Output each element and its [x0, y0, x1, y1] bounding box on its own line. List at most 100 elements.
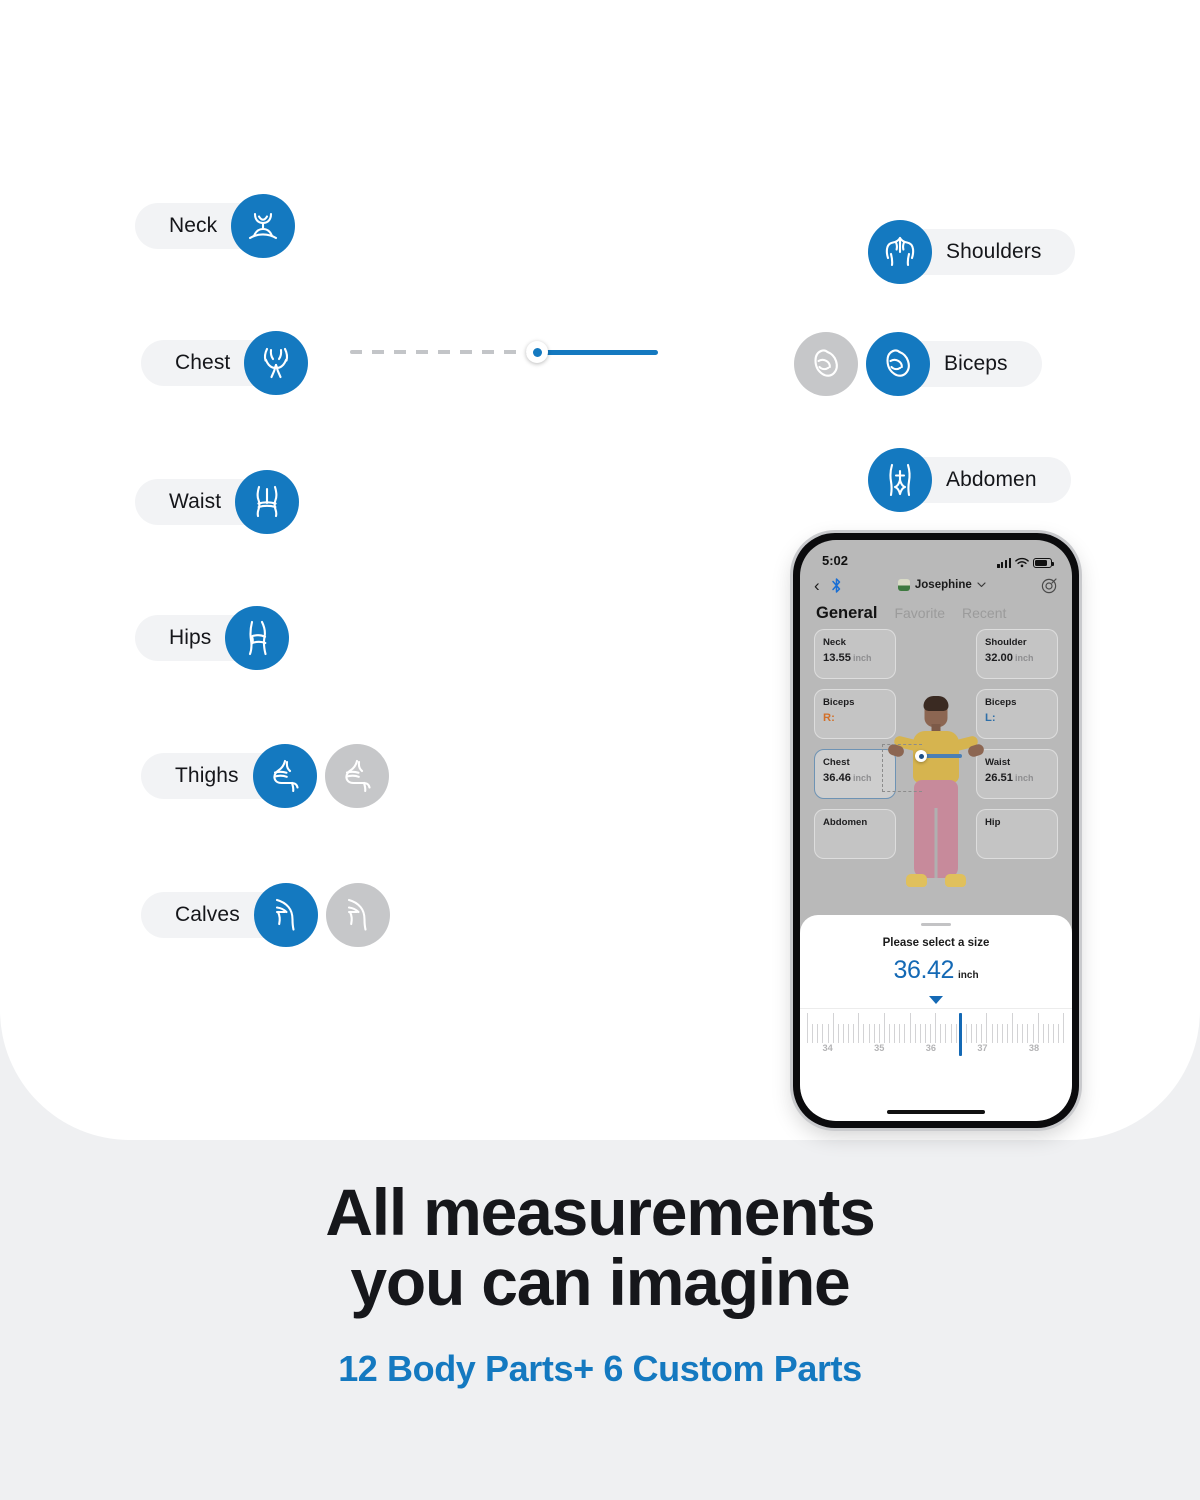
card-title: Shoulder: [985, 637, 1027, 648]
body-part-abdomen[interactable]: Abdomen: [868, 448, 1071, 512]
body-part-hips[interactable]: Hips: [135, 606, 290, 670]
neck-icon[interactable]: [231, 194, 296, 258]
tab-bar: General Favorite Recent: [800, 600, 1072, 629]
measurement-card-neck[interactable]: Neck 13.55 inch: [814, 629, 896, 679]
card-value: L:: [985, 711, 996, 724]
tab-general[interactable]: General: [816, 604, 877, 623]
measurement-card-hip[interactable]: Hip: [976, 809, 1058, 859]
avatar: [897, 579, 910, 591]
thigh-icon-secondary[interactable]: [324, 744, 389, 808]
poster-canvas: Neck Chest Waist Hips Thighs Calves Shou…: [0, 0, 1200, 1500]
headline-line-2: you can imagine: [350, 1244, 850, 1319]
chest-icon[interactable]: [244, 331, 309, 395]
thigh-icon[interactable]: [252, 744, 317, 808]
calf-icon-secondary[interactable]: [325, 883, 390, 947]
subheadline: 12 Body Parts+ 6 Custom Parts: [338, 1347, 862, 1389]
hips-label: Hips: [169, 626, 212, 649]
body-part-waist[interactable]: Waist: [135, 470, 300, 534]
ruler-tick-label: 38: [1028, 1043, 1040, 1054]
ruler-ticks: [807, 1009, 1065, 1044]
ruler-caret-icon: [929, 996, 943, 1005]
profile-selector[interactable]: Josephine: [843, 579, 1041, 591]
bluetooth-icon[interactable]: [820, 577, 843, 594]
footer-copy: All measurements you can imagine 12 Body…: [0, 1175, 1200, 1390]
thighs-label: Thighs: [175, 764, 239, 787]
signal-bars-icon: [997, 557, 1011, 568]
chevron-down-icon: [977, 582, 986, 588]
status-time: 5:02: [822, 553, 849, 568]
card-value: 26.51 inch: [985, 771, 1034, 784]
home-indicator: [887, 1110, 985, 1114]
selected-size-value: 36.42: [893, 956, 954, 985]
body-part-chest[interactable]: Chest: [141, 331, 309, 395]
measurement-card-abdomen[interactable]: Abdomen: [814, 809, 896, 859]
ruler-tick-label: 36: [925, 1043, 936, 1054]
sheet-grabber[interactable]: [921, 923, 951, 927]
selected-size-unit: inch: [958, 970, 979, 982]
app-navbar: ‹ Josephine: [800, 570, 1072, 600]
chest-label: Chest: [175, 351, 231, 374]
slider-track-filled: [544, 350, 658, 355]
measurement-card-shoulder[interactable]: Shoulder 32.00 inch: [976, 629, 1058, 679]
card-value: 13.55 inch: [823, 651, 872, 664]
wifi-icon: [1015, 557, 1029, 568]
ruler-tick-label: 37: [977, 1043, 988, 1054]
body-part-shoulders[interactable]: Shoulders: [868, 220, 1076, 284]
measure-handle[interactable]: [915, 750, 927, 762]
card-value: 36.46 inch: [823, 771, 872, 784]
measurement-column-right: Shoulder 32.00 inch Biceps L: Waist 26.51…: [976, 629, 1058, 859]
measurement-card-biceps-left[interactable]: Biceps L:: [976, 689, 1058, 739]
phone-screen: 5:02 ‹ Josephine General Favorite Recent…: [800, 540, 1072, 1121]
biceps-icon-secondary[interactable]: [794, 332, 858, 396]
card-title: Hip: [985, 817, 1001, 828]
slider-handle-dot: [532, 347, 542, 357]
sheet-value: 36.42 inch: [800, 956, 1072, 985]
biceps-icon[interactable]: [866, 332, 930, 396]
abdomen-label: Abdomen: [946, 468, 1037, 491]
calves-label: Calves: [175, 903, 240, 926]
chest-measurement-slider[interactable]: [350, 341, 658, 363]
card-title: Biceps: [823, 697, 855, 708]
ruler-labels: 34 35 36 37 38: [807, 1043, 1065, 1059]
status-bar: 5:02: [800, 540, 1072, 570]
battery-icon: [1033, 557, 1054, 568]
calf-icon[interactable]: [253, 883, 318, 947]
ruler-tick-label: 34: [822, 1043, 833, 1054]
biceps-label: Biceps: [944, 352, 1008, 375]
waist-label: Waist: [169, 490, 222, 513]
card-title: Neck: [823, 637, 846, 648]
tab-favorite[interactable]: Favorite: [894, 605, 945, 621]
card-value: R:: [823, 711, 835, 724]
sheet-title: Please select a size: [882, 937, 990, 950]
shoulders-icon[interactable]: [868, 220, 932, 284]
shoulders-label: Shoulders: [946, 240, 1042, 263]
status-indicators: [997, 557, 1054, 568]
body-part-calves[interactable]: Calves: [141, 883, 390, 947]
card-title: Waist: [985, 757, 1011, 768]
waist-icon[interactable]: [235, 470, 300, 534]
size-ruler[interactable]: 34 35 36 37 38: [800, 1008, 1072, 1064]
body-part-thighs[interactable]: Thighs: [141, 744, 389, 808]
card-title: Chest: [823, 757, 850, 768]
profile-name: Josephine: [914, 579, 972, 591]
card-value: 32.00 inch: [985, 651, 1034, 664]
slider-track-unfilled: [350, 350, 540, 354]
target-icon[interactable]: [1041, 577, 1058, 594]
size-picker-sheet: Please select a size 36.42 inch 34 35 36 37 3…: [800, 915, 1072, 1121]
slider-handle[interactable]: [526, 341, 548, 363]
measurement-card-waist[interactable]: Waist 26.51 inch: [976, 749, 1058, 799]
neck-label: Neck: [169, 214, 218, 237]
body-part-neck[interactable]: Neck: [135, 194, 296, 258]
page-title: All measurements you can imagine: [0, 1175, 1200, 1319]
phone-mockup: 5:02 ‹ Josephine General Favorite Recent…: [793, 533, 1079, 1128]
abdomen-icon[interactable]: [868, 448, 932, 512]
body-part-biceps[interactable]: Biceps: [794, 332, 1042, 396]
tab-recent[interactable]: Recent: [962, 605, 1006, 621]
hips-icon[interactable]: [225, 606, 290, 670]
measurement-card-biceps-right[interactable]: Biceps R:: [814, 689, 896, 739]
card-title: Biceps: [985, 697, 1017, 708]
headline-line-1: All measurements: [325, 1175, 876, 1249]
body-avatar-3d: [882, 696, 986, 908]
card-title: Abdomen: [823, 817, 868, 828]
ruler-tick-label: 35: [874, 1043, 885, 1054]
